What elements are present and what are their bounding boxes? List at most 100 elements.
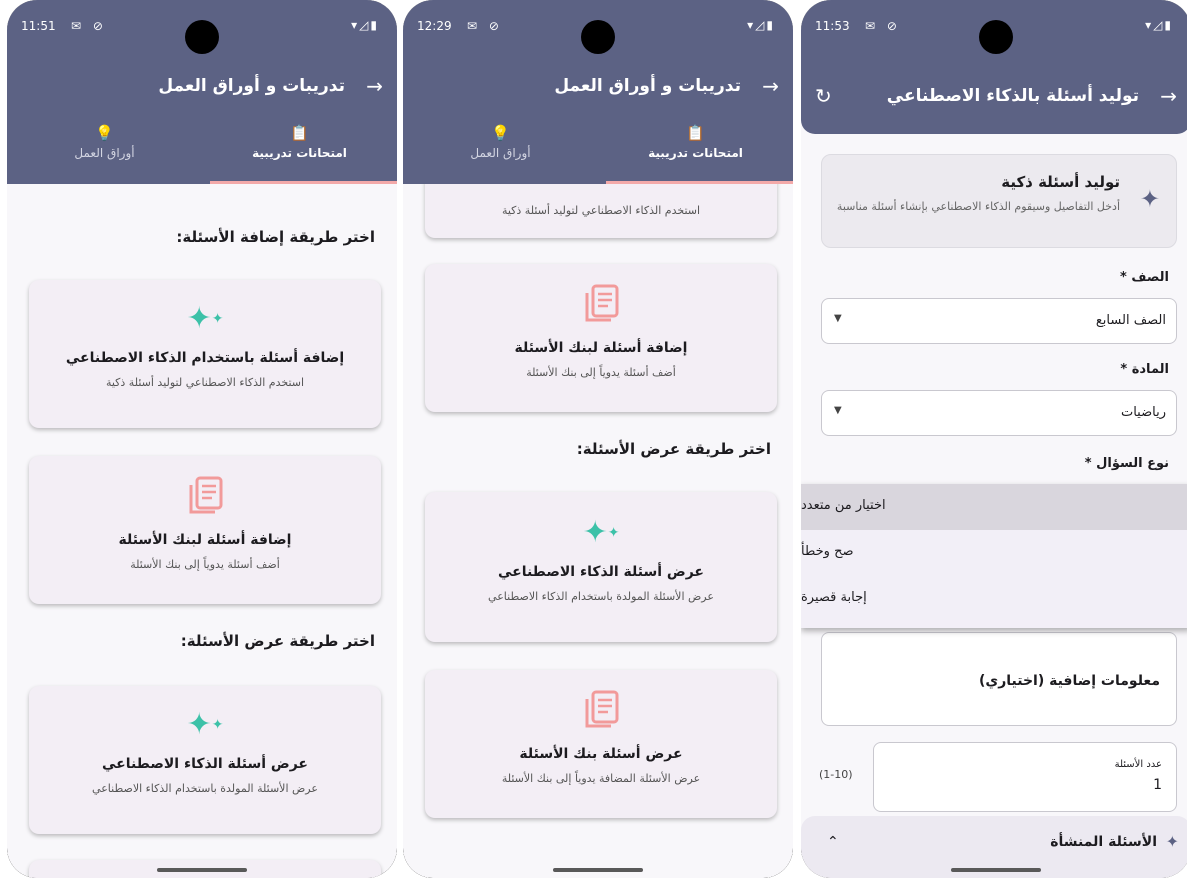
status-time: 11:53 xyxy=(815,19,850,33)
phone-screen-1: 11:51 ✉ ⊘ ▾◿▮ → تدريبات و أوراق العمل 📋 … xyxy=(7,0,397,878)
sparkle-icon: ✦✦ xyxy=(186,707,224,742)
phone-screen-3: 11:53 ✉ ⊘ ▾◿▮ → توليد أسئلة بالذكاء الاص… xyxy=(801,0,1187,878)
status-signal-battery-icon: ▾◿▮ xyxy=(1145,18,1173,32)
option-label: اختيار من متعدد xyxy=(801,498,886,513)
status-notification-icons: ✉ ⊘ xyxy=(865,19,901,33)
status-signal-battery-icon: ▾◿▮ xyxy=(747,18,775,32)
card-description: عرض الأسئلة المضافة يدوياً إلى بنك الأسئ… xyxy=(501,772,701,785)
grade-select[interactable]: الصف السابع ▼ xyxy=(821,298,1177,344)
card-add-bank-questions[interactable]: إضافة أسئلة لبنك الأسئلة أضف أسئلة يدويا… xyxy=(29,456,381,604)
card-view-ai-questions[interactable]: ✦✦ عرض أسئلة الذكاء الاصطناعي عرض الأسئل… xyxy=(29,686,381,834)
title-bar: → تدريبات و أوراق العمل xyxy=(403,70,793,110)
card-description: عرض الأسئلة المولدة باستخدام الذكاء الاص… xyxy=(92,782,318,795)
sparkle-icon: ✦ xyxy=(1165,832,1179,851)
page-title: تدريبات و أوراق العمل xyxy=(158,76,345,96)
sparkle-icon: ✦ xyxy=(1139,185,1160,213)
dropdown-arrow-icon: ▼ xyxy=(834,405,842,416)
card-description: أضف أسئلة يدوياً إلى بنك الأسئلة xyxy=(130,558,280,571)
section-title-view: اختر طريقة عرض الأسئلة: xyxy=(180,632,375,650)
tab-label: أوراق العمل xyxy=(470,146,531,160)
status-notification-icons: ✉ ⊘ xyxy=(467,19,503,33)
sparkle-icon: ✦✦ xyxy=(186,301,224,336)
menu-option-short-answer[interactable]: إجابة قصيرة xyxy=(801,576,1187,622)
card-title: عرض أسئلة الذكاء الاصطناعي xyxy=(101,756,308,772)
generated-questions-label: الأسئلة المنشأة xyxy=(1050,834,1157,850)
refresh-icon[interactable]: ↻ xyxy=(815,84,832,108)
extra-info-field[interactable]: معلومات إضافية (اختياري) xyxy=(821,632,1177,726)
grade-label: الصف * xyxy=(1120,270,1169,285)
section-title-add: اختر طريقة إضافة الأسئلة: xyxy=(176,228,375,246)
app-bar: 12:29 ✉ ⊘ ▾◿▮ → تدريبات و أوراق العمل 📋 … xyxy=(403,0,793,184)
app-bar: 11:53 ✉ ⊘ ▾◿▮ → توليد أسئلة بالذكاء الاص… xyxy=(801,0,1187,134)
status-time: 11:51 xyxy=(21,19,56,33)
card-view-ai-questions[interactable]: ✦✦ عرض أسئلة الذكاء الاصطناعي عرض الأسئل… xyxy=(425,492,777,642)
camera-cutout xyxy=(185,20,219,54)
card-add-ai-questions[interactable]: استخدم الذكاء الاصطناعي لتوليد أسئلة ذكي… xyxy=(425,184,777,238)
subject-value: رياضيات xyxy=(1120,405,1166,420)
option-label: إجابة قصيرة xyxy=(801,590,867,605)
info-box: ✦ توليد أسئلة ذكية أدخل التفاصيل وسيقوم … xyxy=(821,154,1177,248)
question-type-label: نوع السؤال * xyxy=(1084,456,1169,471)
tab-training-exams[interactable]: 📋 امتحانات تدريبية xyxy=(202,122,397,184)
card-description: استخدم الذكاء الاصطناعي لتوليد أسئلة ذكي… xyxy=(501,204,701,217)
screen: 11:53 ✉ ⊘ ▾◿▮ → توليد أسئلة بالذكاء الاص… xyxy=(801,0,1187,878)
card-title: عرض أسئلة بنك الأسئلة xyxy=(519,746,683,762)
menu-option-multiple-choice[interactable]: اختيار من متعدد xyxy=(801,484,1187,530)
book-stack-icon xyxy=(585,284,619,322)
tab-label: امتحانات تدريبية xyxy=(648,146,743,160)
section-title-view: اختر طريقة عرض الأسئلة: xyxy=(576,440,771,458)
screen: 11:51 ✉ ⊘ ▾◿▮ → تدريبات و أوراق العمل 📋 … xyxy=(7,0,397,878)
app-bar: 11:51 ✉ ⊘ ▾◿▮ → تدريبات و أوراق العمل 📋 … xyxy=(7,0,397,184)
status-time: 12:29 xyxy=(417,19,452,33)
tab-label: امتحانات تدريبية xyxy=(252,146,347,160)
tab-bar: 📋 امتحانات تدريبية 💡 أوراق العمل xyxy=(403,122,793,184)
question-count-field[interactable]: عدد الأسئلة 1 xyxy=(873,742,1177,812)
dropdown-arrow-icon: ▼ xyxy=(834,313,842,324)
page-title: تدريبات و أوراق العمل xyxy=(554,76,741,96)
subject-label: المادة * xyxy=(1120,362,1169,377)
tab-training-exams[interactable]: 📋 امتحانات تدريبية xyxy=(598,122,793,184)
home-indicator[interactable] xyxy=(157,868,247,872)
title-bar: → توليد أسئلة بالذكاء الاصطناعي ↻ xyxy=(801,80,1187,120)
back-arrow-icon[interactable]: → xyxy=(762,74,779,98)
home-indicator[interactable] xyxy=(553,868,643,872)
content-scroll[interactable]: استخدم الذكاء الاصطناعي لتوليد أسئلة ذكي… xyxy=(403,184,793,878)
grade-value: الصف السابع xyxy=(1095,313,1166,328)
tab-label: أوراق العمل xyxy=(74,146,135,160)
card-add-ai-questions[interactable]: ✦✦ إضافة أسئلة باستخدام الذكاء الاصطناعي… xyxy=(29,280,381,428)
back-arrow-icon[interactable]: → xyxy=(1160,84,1177,108)
count-label: عدد الأسئلة xyxy=(1114,759,1162,770)
sparkle-icon: ✦✦ xyxy=(582,515,620,550)
card-title: عرض أسئلة الذكاء الاصطناعي xyxy=(497,564,704,580)
info-description: أدخل التفاصيل وسيقوم الذكاء الاصطناعي بإ… xyxy=(836,200,1120,213)
phone-screen-2: استخدم الذكاء الاصطناعي لتوليد أسئلة ذكي… xyxy=(403,0,793,878)
lightbulb-icon: 💡 xyxy=(95,124,114,142)
subject-select[interactable]: رياضيات ▼ xyxy=(821,390,1177,436)
card-view-bank-questions[interactable]: عرض أسئلة بنك الأسئلة عرض الأسئلة المضاف… xyxy=(425,670,777,818)
card-title: إضافة أسئلة لبنك الأسئلة xyxy=(514,340,688,356)
extra-info-label: معلومات إضافية (اختياري) xyxy=(978,673,1160,689)
card-description: أضف أسئلة يدوياً إلى بنك الأسئلة xyxy=(526,366,676,379)
screen: استخدم الذكاء الاصطناعي لتوليد أسئلة ذكي… xyxy=(403,0,793,878)
count-range: (1-10) xyxy=(819,768,853,781)
count-value: 1 xyxy=(1153,777,1162,793)
chevron-up-icon[interactable]: ⌃ xyxy=(827,834,839,850)
clipboard-icon: 📋 xyxy=(686,124,705,142)
home-indicator[interactable] xyxy=(951,868,1041,872)
tab-worksheets[interactable]: 💡 أوراق العمل xyxy=(403,122,598,184)
card-title: إضافة أسئلة لبنك الأسئلة xyxy=(118,532,292,548)
card-description: استخدم الذكاء الاصطناعي لتوليد أسئلة ذكي… xyxy=(105,376,305,389)
tab-worksheets[interactable]: 💡 أوراق العمل xyxy=(7,122,202,184)
option-label: صح وخطأ xyxy=(801,544,854,559)
status-notification-icons: ✉ ⊘ xyxy=(71,19,107,33)
question-type-menu: اختيار من متعدد صح وخطأ إجابة قصيرة xyxy=(801,484,1187,628)
card-title: إضافة أسئلة باستخدام الذكاء الاصطناعي xyxy=(65,350,345,366)
status-signal-battery-icon: ▾◿▮ xyxy=(351,18,379,32)
clipboard-icon: 📋 xyxy=(290,124,309,142)
menu-option-true-false[interactable]: صح وخطأ xyxy=(801,530,1187,576)
camera-cutout xyxy=(581,20,615,54)
info-title: توليد أسئلة ذكية xyxy=(1001,173,1120,191)
back-arrow-icon[interactable]: → xyxy=(366,74,383,98)
content-scroll[interactable]: اختر طريقة إضافة الأسئلة: ✦✦ إضافة أسئلة… xyxy=(7,184,397,878)
card-add-bank-questions[interactable]: إضافة أسئلة لبنك الأسئلة أضف أسئلة يدويا… xyxy=(425,264,777,412)
